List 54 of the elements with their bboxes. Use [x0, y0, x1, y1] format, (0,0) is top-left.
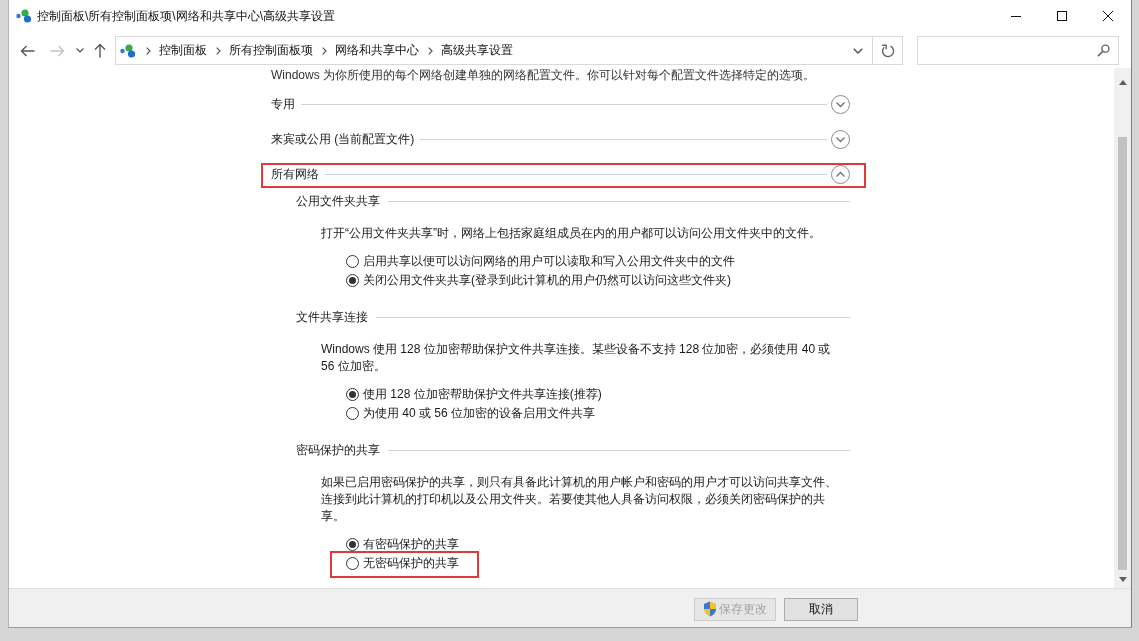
refresh-icon [880, 43, 895, 58]
breadcrumb-item[interactable]: 高级共享设置 [441, 42, 515, 59]
radio-label[interactable]: 无密码保护的共享 [363, 555, 459, 572]
minimize-icon [1011, 15, 1021, 17]
breadcrumb-item[interactable]: 网络和共享中心 [335, 42, 421, 59]
group-heading: 公用文件夹共享 [296, 192, 380, 210]
maximize-icon [1057, 11, 1067, 21]
radio-button[interactable] [346, 557, 359, 570]
arrow-left-icon [19, 44, 35, 57]
scroll-thumb[interactable] [1118, 137, 1127, 570]
scrollbar[interactable] [1114, 68, 1131, 588]
breadcrumb-item[interactable]: 所有控制面板项 [229, 42, 315, 59]
network-icon [16, 9, 32, 23]
caret-up-icon[interactable] [1118, 80, 1127, 85]
chevron-right-icon[interactable] [146, 46, 151, 55]
radio-label[interactable]: 关闭公用文件夹共享(登录到此计算机的用户仍然可以访问这些文件夹) [363, 272, 731, 289]
intro-text: Windows 为你所使用的每个网络创建单独的网络配置文件。你可以针对每个配置文件选择特定的选项。 [271, 68, 816, 82]
radio-label[interactable]: 为使用 40 或 56 位加密的设备启用文件共享 [363, 405, 596, 422]
arrow-right-icon [49, 44, 65, 57]
search-icon [1097, 44, 1110, 57]
breadcrumb-item[interactable]: 控制面板 [159, 42, 209, 59]
arrow-up-icon [94, 43, 106, 58]
group-heading: 密码保护的共享 [296, 441, 380, 459]
chevron-right-icon[interactable] [322, 46, 327, 55]
chevron-right-icon[interactable] [216, 46, 221, 55]
network-icon [120, 43, 136, 58]
radio-button[interactable] [346, 538, 359, 551]
chevron-down-icon[interactable] [831, 95, 850, 114]
cancel-button[interactable]: 取消 [784, 597, 858, 621]
shield-icon [703, 601, 717, 617]
profile-header[interactable]: 所有网络 [271, 166, 319, 183]
radio-button[interactable] [346, 255, 359, 268]
radio-label[interactable]: 使用 128 位加密帮助保护文件共享连接(推荐) [363, 386, 602, 403]
close-icon [1103, 11, 1113, 21]
search-field[interactable] [917, 36, 1119, 65]
chevron-down-icon[interactable] [831, 130, 850, 149]
chevron-up-icon[interactable] [831, 165, 850, 184]
caret-down-icon[interactable] [1118, 577, 1127, 582]
window-title: 控制面板\所有控制面板项\网络和共享中心\高级共享设置 [37, 7, 335, 25]
profile-header[interactable]: 专用 [271, 96, 295, 113]
radio-label[interactable]: 有密码保护的共享 [363, 536, 459, 553]
description-text: 如果已启用密码保护的共享，则只有具备此计算机的用户帐户和密码的用户才可以访问共享文件、连接到此计算机的打印机以及公用文件夹。若要使其他人具备访问权限，必须关闭密码保护的共享。 [321, 474, 838, 525]
radio-button[interactable] [346, 407, 359, 420]
radio-button[interactable] [346, 274, 359, 287]
description-text: Windows 使用 128 位加密帮助保护文件共享连接。某些设备不支持 128 位加密，必须使用 40 或 56 位加密。 [321, 341, 832, 375]
radio-button[interactable] [346, 388, 359, 401]
chevron-right-icon[interactable] [428, 46, 433, 55]
profile-header[interactable]: 来宾或公用 (当前配置文件) [271, 131, 415, 148]
group-heading: 文件共享连接 [296, 308, 368, 326]
address-bar[interactable]: 控制面板 所有控制面板项 网络和共享中心 高级共享设置 [115, 36, 903, 65]
description-text: 打开“公用文件夹共享”时，网络上包括家庭组成员在内的用户都可以访问公用文件夹中的文件。 [321, 225, 822, 242]
chevron-down-icon [853, 47, 863, 54]
radio-label[interactable]: 启用共享以便可以访问网络的用户可以读取和写入公用文件夹中的文件 [363, 253, 735, 270]
chevron-down-icon [76, 48, 84, 53]
